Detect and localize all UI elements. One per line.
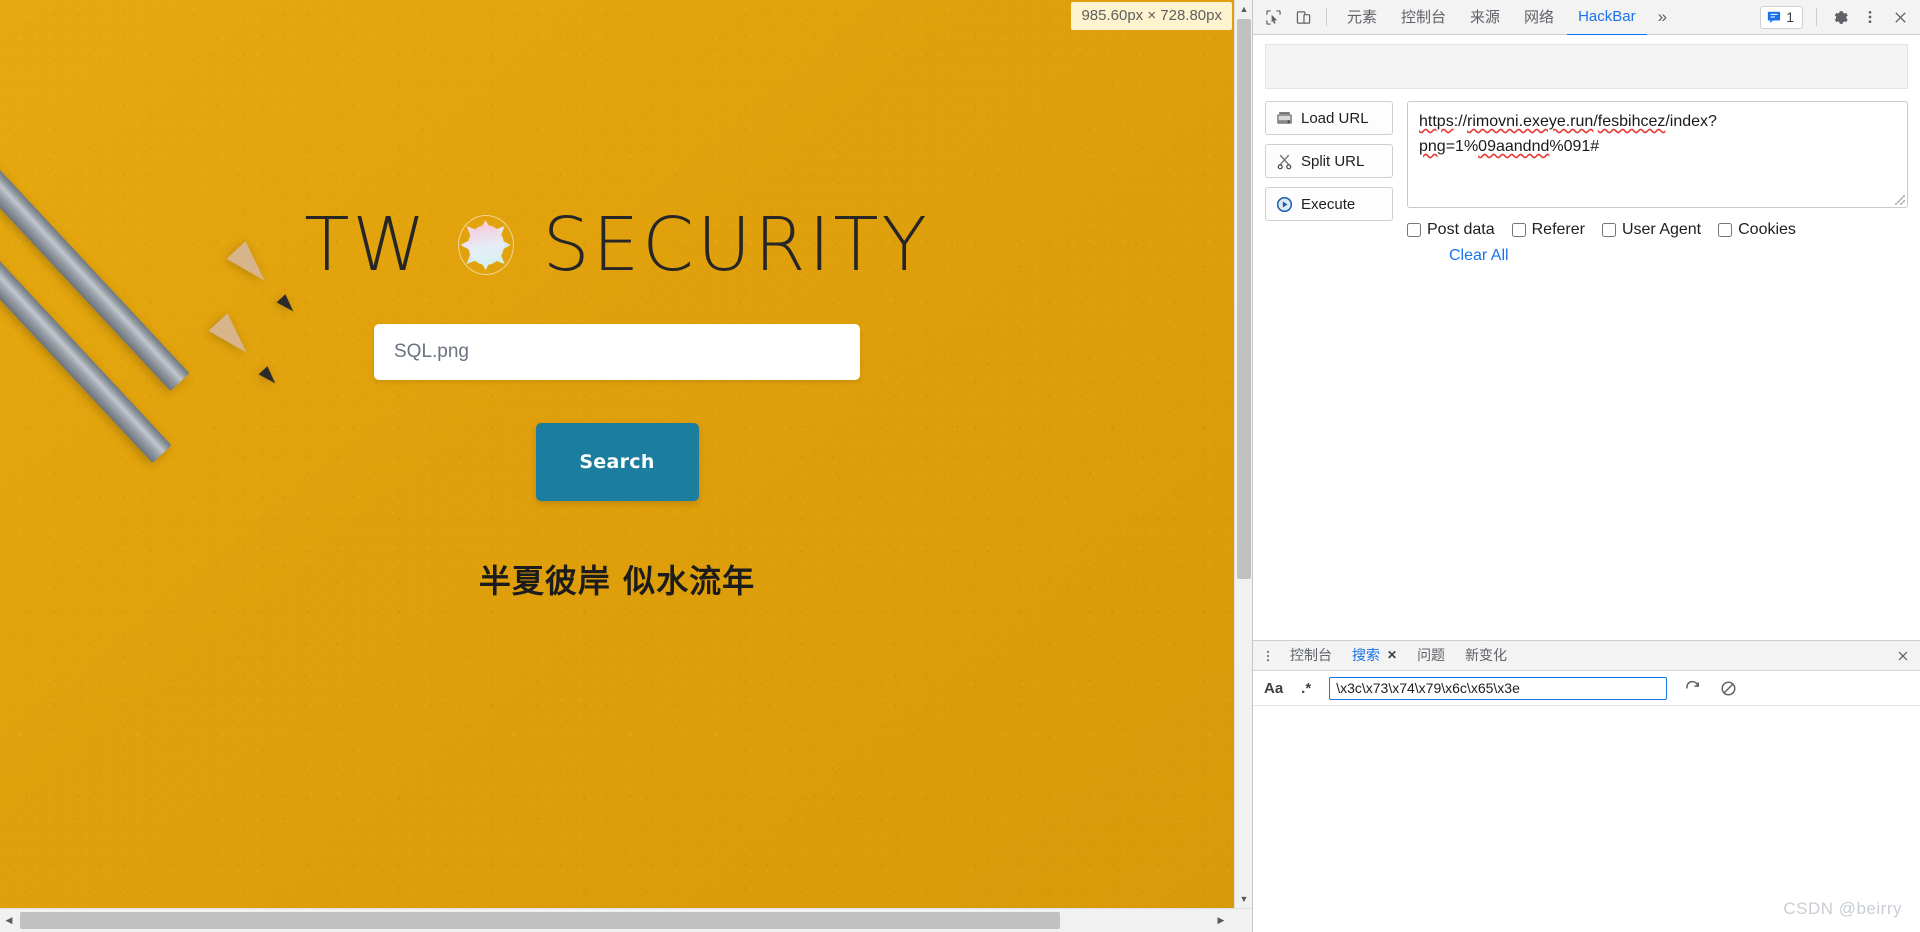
drawer-tab-console-label: 控制台 (1290, 646, 1332, 663)
url-fragment: fesbihcez (1597, 113, 1666, 130)
page-vertical-scrollbar[interactable]: ▲ ▼ (1234, 0, 1252, 908)
clear-all-link[interactable]: Clear All (1449, 247, 1509, 265)
page-viewport: TW SECURITY Search 半夏彼岸 似水流年 ▲ ▼ ◀ ▶ (0, 0, 1252, 932)
hackbar-top-strip (1265, 44, 1908, 89)
split-url-icon (1277, 154, 1292, 169)
page-title: TW SECURITY (304, 208, 930, 282)
tab-network[interactable]: 网络 (1513, 0, 1565, 38)
user-agent-checkbox[interactable]: User Agent (1601, 221, 1702, 239)
drawer-tab-issues-label: 问题 (1417, 646, 1446, 663)
url-fragment: png (1419, 137, 1446, 155)
app-root: TW SECURITY Search 半夏彼岸 似水流年 ▲ ▼ ◀ ▶ (0, 0, 1920, 932)
cookies-checkbox[interactable]: Cookies (1718, 221, 1796, 239)
scrollbar-corner (1232, 909, 1252, 932)
drawer-tab-console[interactable]: 控制台 (1281, 640, 1341, 673)
load-url-label: Load URL (1301, 109, 1369, 127)
drawer-tab-close-icon[interactable]: ✕ (1387, 648, 1397, 662)
devtools-toolbar-right: 1 (1760, 4, 1914, 31)
split-url-button[interactable]: Split URL (1265, 144, 1393, 178)
post-data-checkbox-input[interactable] (1407, 223, 1421, 237)
post-data-checkbox[interactable]: Post data (1407, 221, 1495, 239)
drawer-close-icon[interactable] (1890, 643, 1916, 669)
page-content: TW SECURITY Search 半夏彼岸 似水流年 (0, 0, 1234, 908)
url-fragment: =1% (1445, 137, 1479, 155)
drawer-tab-search-label: 搜索 (1352, 646, 1380, 663)
url-textarea[interactable]: https://rimovni.exeye.run/fesbihcez/inde… (1407, 101, 1908, 208)
load-url-button[interactable]: Load URL (1265, 101, 1393, 135)
drawer-tab-whatsnew-label: 新变化 (1465, 646, 1508, 663)
drawer-search-toolbar: Aa .* (1253, 671, 1920, 706)
close-icon[interactable] (1886, 4, 1914, 31)
horizontal-scroll-thumb[interactable] (20, 912, 1060, 929)
search-button[interactable]: Search (535, 423, 699, 501)
cookies-label: Cookies (1738, 221, 1796, 238)
referer-checkbox[interactable]: Referer (1511, 221, 1585, 239)
devtools-drawer: 控制台 搜索 ✕ 问题 新变化 Aa .* \x3c\x73\x74\x79\x… (1253, 640, 1920, 932)
execute-icon (1276, 196, 1293, 212)
drawer-search-input[interactable] (1329, 676, 1668, 700)
page-horizontal-scrollbar[interactable]: ◀ ▶ (0, 908, 1252, 932)
cookies-checkbox-input[interactable] (1718, 223, 1733, 237)
post-data-label: Post data (1427, 221, 1495, 238)
url-fragment: 09aandnd (1478, 137, 1550, 155)
inspect-size-badge: 985.60px × 728.80px (1071, 2, 1232, 30)
match-case-toggle[interactable]: Aa (1264, 680, 1283, 697)
message-count: 1 (1786, 8, 1794, 25)
user-agent-label: User Agent (1621, 221, 1702, 238)
tab-console[interactable]: 控制台 (1390, 0, 1457, 38)
hackbar-checkbox-row: Post data Referer User Agent Cookies (1407, 221, 1908, 239)
clear-icon[interactable] (1717, 677, 1739, 699)
drawer-tab-search[interactable]: 搜索 ✕ (1343, 640, 1407, 673)
scroll-left-arrow-icon[interactable]: ◀ (0, 909, 18, 932)
load-url-icon (1277, 111, 1292, 124)
split-url-label: Split URL (1301, 152, 1365, 170)
tab-hackbar[interactable]: HackBar (1567, 0, 1647, 36)
regex-toggle[interactable]: .* (1297, 680, 1315, 697)
gear-icon[interactable] (1826, 4, 1854, 31)
drawer-tab-bar: 控制台 搜索 ✕ 问题 新变化 (1253, 640, 1920, 673)
hackbar-body: Load URL Split URL Execute https://rimov… (1253, 89, 1920, 265)
referer-checkbox-input[interactable] (1511, 223, 1526, 237)
user-agent-checkbox-input[interactable] (1601, 223, 1616, 237)
more-vertical-icon[interactable] (1856, 4, 1884, 31)
logo-core (467, 225, 504, 265)
toolbar-divider-right (1816, 8, 1817, 26)
toolbar-divider (1326, 8, 1327, 26)
url-fragment: /index? (1665, 113, 1717, 130)
brand-prefix: TW (304, 202, 429, 288)
device-toolbar-icon[interactable] (1289, 4, 1317, 31)
drawer-tab-issues[interactable]: 问题 (1408, 640, 1454, 673)
execute-label: Execute (1301, 195, 1356, 213)
cursor-select-icon[interactable] (1259, 4, 1287, 31)
refresh-icon[interactable] (1681, 677, 1703, 699)
star-badge-icon (455, 214, 517, 276)
tab-elements[interactable]: 元素 (1336, 0, 1388, 38)
hackbar-url-area: https://rimovni.exeye.run/fesbihcez/inde… (1407, 101, 1908, 265)
brand-suffix: SECURITY (542, 202, 930, 288)
url-fragment: rimovni.exeye.run (1467, 113, 1594, 130)
message-badge[interactable]: 1 (1760, 5, 1803, 29)
hackbar-action-buttons: Load URL Split URL Execute (1265, 101, 1393, 221)
url-fragment: %091# (1549, 137, 1600, 155)
tab-sources[interactable]: 来源 (1459, 0, 1511, 38)
page-tagline: 半夏彼岸 似水流年 (478, 562, 756, 600)
devtools-toolbar: 元素 控制台 来源 网络 HackBar » 1 (1253, 0, 1920, 38)
url-fragment: https (1419, 113, 1454, 130)
vertical-scroll-thumb[interactable] (1237, 19, 1251, 579)
chevron-double-right-icon[interactable]: » (1649, 5, 1676, 29)
devtools-panel: 元素 控制台 来源 网络 HackBar » 1 Load URL Split … (1252, 0, 1920, 932)
hackbar-panel: Load URL Split URL Execute https://rimov… (1253, 35, 1920, 640)
url-fragment: :// (1453, 113, 1468, 130)
message-icon (1768, 11, 1781, 23)
drawer-tab-whatsnew[interactable]: 新变化 (1456, 640, 1516, 673)
drawer-search-results (1253, 706, 1920, 932)
execute-button[interactable]: Execute (1265, 187, 1393, 221)
referer-label: Referer (1531, 221, 1585, 238)
scroll-up-arrow-icon[interactable]: ▲ (1235, 0, 1252, 18)
scroll-down-arrow-icon[interactable]: ▼ (1235, 890, 1252, 908)
scroll-right-arrow-icon[interactable]: ▶ (1212, 909, 1230, 932)
more-vertical-icon[interactable] (1257, 643, 1279, 669)
search-input[interactable] (374, 324, 860, 380)
